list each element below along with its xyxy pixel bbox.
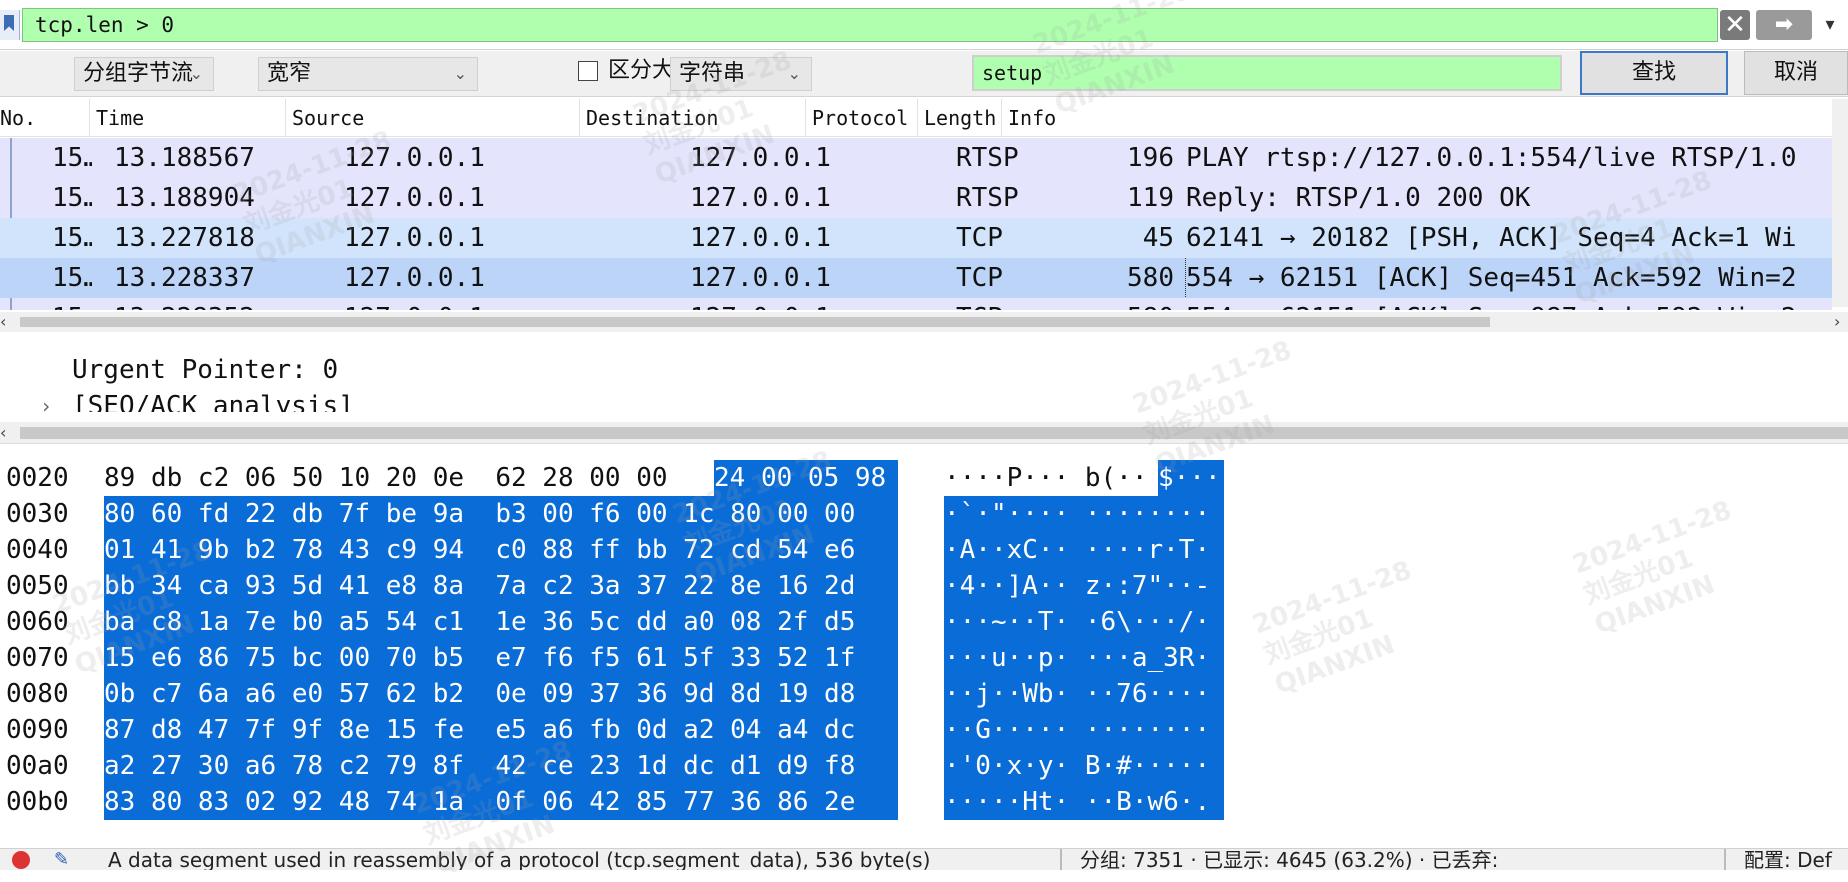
edit-comment-icon[interactable]: ✎ — [54, 849, 69, 870]
chevron-down-icon[interactable]: ▾ — [1816, 10, 1844, 40]
chevron-down-icon: ⌄ — [453, 64, 467, 83]
bookmark-icon[interactable] — [0, 10, 20, 40]
related-packet-marker — [10, 298, 12, 310]
cell-length: 580 — [1080, 298, 1174, 310]
column-header-source[interactable]: Source — [286, 99, 580, 137]
packet-list-header: No. Time Source Destination Protocol Len… — [0, 99, 1832, 137]
hex-bytes-selected[interactable]: 15 e6 86 75 bc 00 70 b5 e7 f6 f5 61 5f 3… — [104, 640, 898, 676]
charset-dropdown[interactable]: 宽窄 ⌄ — [258, 57, 478, 91]
detail-line-seq-ack-analysis[interactable]: [SEQ/ACK analysis] — [72, 388, 354, 412]
cell-protocol: RTSP — [956, 183, 1019, 213]
cell-length: 119 — [1127, 183, 1174, 213]
hex-bytes-selected[interactable]: 87 d8 47 7f 9f 8e 15 fe e5 a6 fb 0d a2 0… — [104, 712, 898, 748]
search-in-dropdown[interactable]: 分组字节流 ⌄ — [74, 57, 214, 91]
cell-destination: 127.0.0.1 — [690, 263, 831, 293]
ascii-bytes-selected[interactable]: ·A··xC·· ····r·T· — [944, 532, 1224, 568]
related-packet-marker — [10, 178, 12, 218]
search-in-value: 分组字节流 — [83, 61, 194, 86]
cell-source: 127.0.0.1 — [344, 263, 485, 293]
byte-offset: 00a0 — [6, 751, 69, 781]
status-profile[interactable]: 配置: Def — [1724, 849, 1848, 870]
cell-length: 45 — [1142, 223, 1174, 253]
cell-source: 127.0.0.1 — [344, 298, 584, 310]
expert-info-icon[interactable] — [12, 851, 30, 869]
cell-length: 196 — [1127, 143, 1174, 173]
byte-offset: 0070 — [6, 643, 69, 673]
ascii-bytes-selected[interactable]: ·`·"···· ········ — [944, 496, 1224, 532]
cell-info: Reply: RTSP/1.0 200 OK — [1186, 183, 1531, 213]
cell-protocol: TCP — [956, 298, 1056, 310]
find-button[interactable]: 查找 — [1580, 51, 1728, 95]
byte-offset: 0040 — [6, 535, 69, 565]
column-header-time[interactable]: Time — [90, 99, 286, 137]
scroll-left-icon[interactable]: ‹ — [0, 422, 6, 444]
status-bar: ✎ A data segment used in reassembly of a… — [0, 848, 1848, 870]
scroll-left-icon[interactable]: ‹ — [0, 312, 6, 332]
chevron-right-icon[interactable]: › — [40, 388, 52, 424]
status-field-description: A data segment used in reassembly of a p… — [108, 849, 931, 870]
byte-offset: 00b0 — [6, 787, 69, 817]
clear-x-icon[interactable]: ✕ — [1720, 10, 1750, 40]
cell-info: 554 → 62151 [ACK] Seq=451 Ack=592 Win=2 — [1185, 258, 1832, 298]
cell-time: 13.228352 — [114, 298, 294, 310]
cell-no: 15… — [52, 298, 92, 310]
packet-bytes-pane: 0020 89 db c2 06 50 10 20 0e 62 28 00 00 … — [0, 458, 1848, 820]
ascii-bytes[interactable]: ····P··· b(·· — [944, 460, 1148, 496]
ascii-bytes-selected[interactable]: ··G····· ········ — [944, 712, 1224, 748]
cell-no: 15… — [52, 183, 92, 213]
cell-destination: 127.0.0.1 — [690, 223, 831, 253]
hex-bytes[interactable]: 89 db c2 06 50 10 20 0e 62 28 00 00 — [104, 460, 683, 496]
cell-protocol: TCP — [956, 223, 1003, 253]
ascii-bytes-selected[interactable]: ···~··T· ·6\···/· — [944, 604, 1224, 640]
packet-details-pane: Urgent Pointer: 0 › [SEQ/ACK analysis] — [0, 340, 1848, 424]
ascii-bytes-selected[interactable]: ·····Ht· ··B·w6·. — [944, 784, 1224, 820]
detail-line-urgent-pointer[interactable]: Urgent Pointer: 0 — [72, 352, 338, 388]
details-scroll-thumb[interactable] — [20, 427, 1848, 439]
column-header-length[interactable]: Length — [918, 99, 1002, 137]
column-header-info[interactable]: Info — [1002, 99, 1832, 137]
scroll-right-icon[interactable]: › — [1834, 312, 1840, 332]
ascii-bytes-selected[interactable]: ·'0·x·y· B·#····· — [944, 748, 1224, 784]
column-header-protocol[interactable]: Protocol — [806, 99, 918, 137]
packet-list-vertical-scrollbar[interactable] — [1832, 99, 1848, 307]
related-packet-marker — [10, 138, 12, 178]
display-filter-input[interactable]: tcp.len > 0 — [22, 8, 1718, 42]
ascii-bytes-selected[interactable]: ··j··Wb· ··76···· — [944, 676, 1224, 712]
column-header-no[interactable]: No. — [0, 99, 90, 137]
cell-protocol: RTSP — [956, 143, 1019, 173]
cell-info: PLAY rtsp://127.0.0.1:554/live RTSP/1.0 — [1186, 143, 1797, 173]
byte-offset: 0090 — [6, 715, 69, 745]
packet-row[interactable]: 15… 13.228352 127.0.0.1 127.0.0.1 TCP 580 554 … — [0, 298, 1832, 310]
cell-no: 15… — [52, 143, 92, 173]
cell-protocol: TCP — [956, 263, 1003, 293]
case-sensitive-checkbox[interactable] — [578, 61, 598, 81]
byte-offset: 0080 — [6, 679, 69, 709]
chevron-down-icon: ⌄ — [189, 64, 203, 83]
cell-no: 15… — [52, 223, 92, 253]
status-packet-counts: 分组: 7351 · 已显示: 4645 (63.2%) · 已丢弃: 0 (0… — [1060, 849, 1500, 870]
byte-offset: 0030 — [6, 499, 69, 529]
cell-destination: 127.0.0.1 — [690, 183, 831, 213]
charset-value: 宽窄 — [267, 61, 312, 86]
ascii-bytes-selected[interactable]: ···u··p· ···a_3R· — [944, 640, 1224, 676]
cancel-button[interactable]: 取消 — [1744, 51, 1848, 95]
cell-length: 580 — [1127, 263, 1174, 293]
byte-offset: 0020 — [6, 463, 69, 493]
packet-list-scroll-thumb[interactable] — [20, 317, 1490, 327]
arrow-right-icon[interactable]: ➡ — [1756, 10, 1812, 40]
hex-bytes-selected[interactable]: 0b c7 6a a6 e0 57 62 b2 0e 09 37 36 9d 8… — [104, 676, 898, 712]
cell-no: 15… — [52, 263, 92, 293]
cell-info: 554 → 62151 [ACK] Seq=987 Ack=592 Win=2 — [1186, 298, 1832, 310]
cell-destination: 127.0.0.1 — [690, 298, 930, 310]
ascii-bytes-selected[interactable]: ·4··]A·· z·:7"··- — [944, 568, 1224, 604]
